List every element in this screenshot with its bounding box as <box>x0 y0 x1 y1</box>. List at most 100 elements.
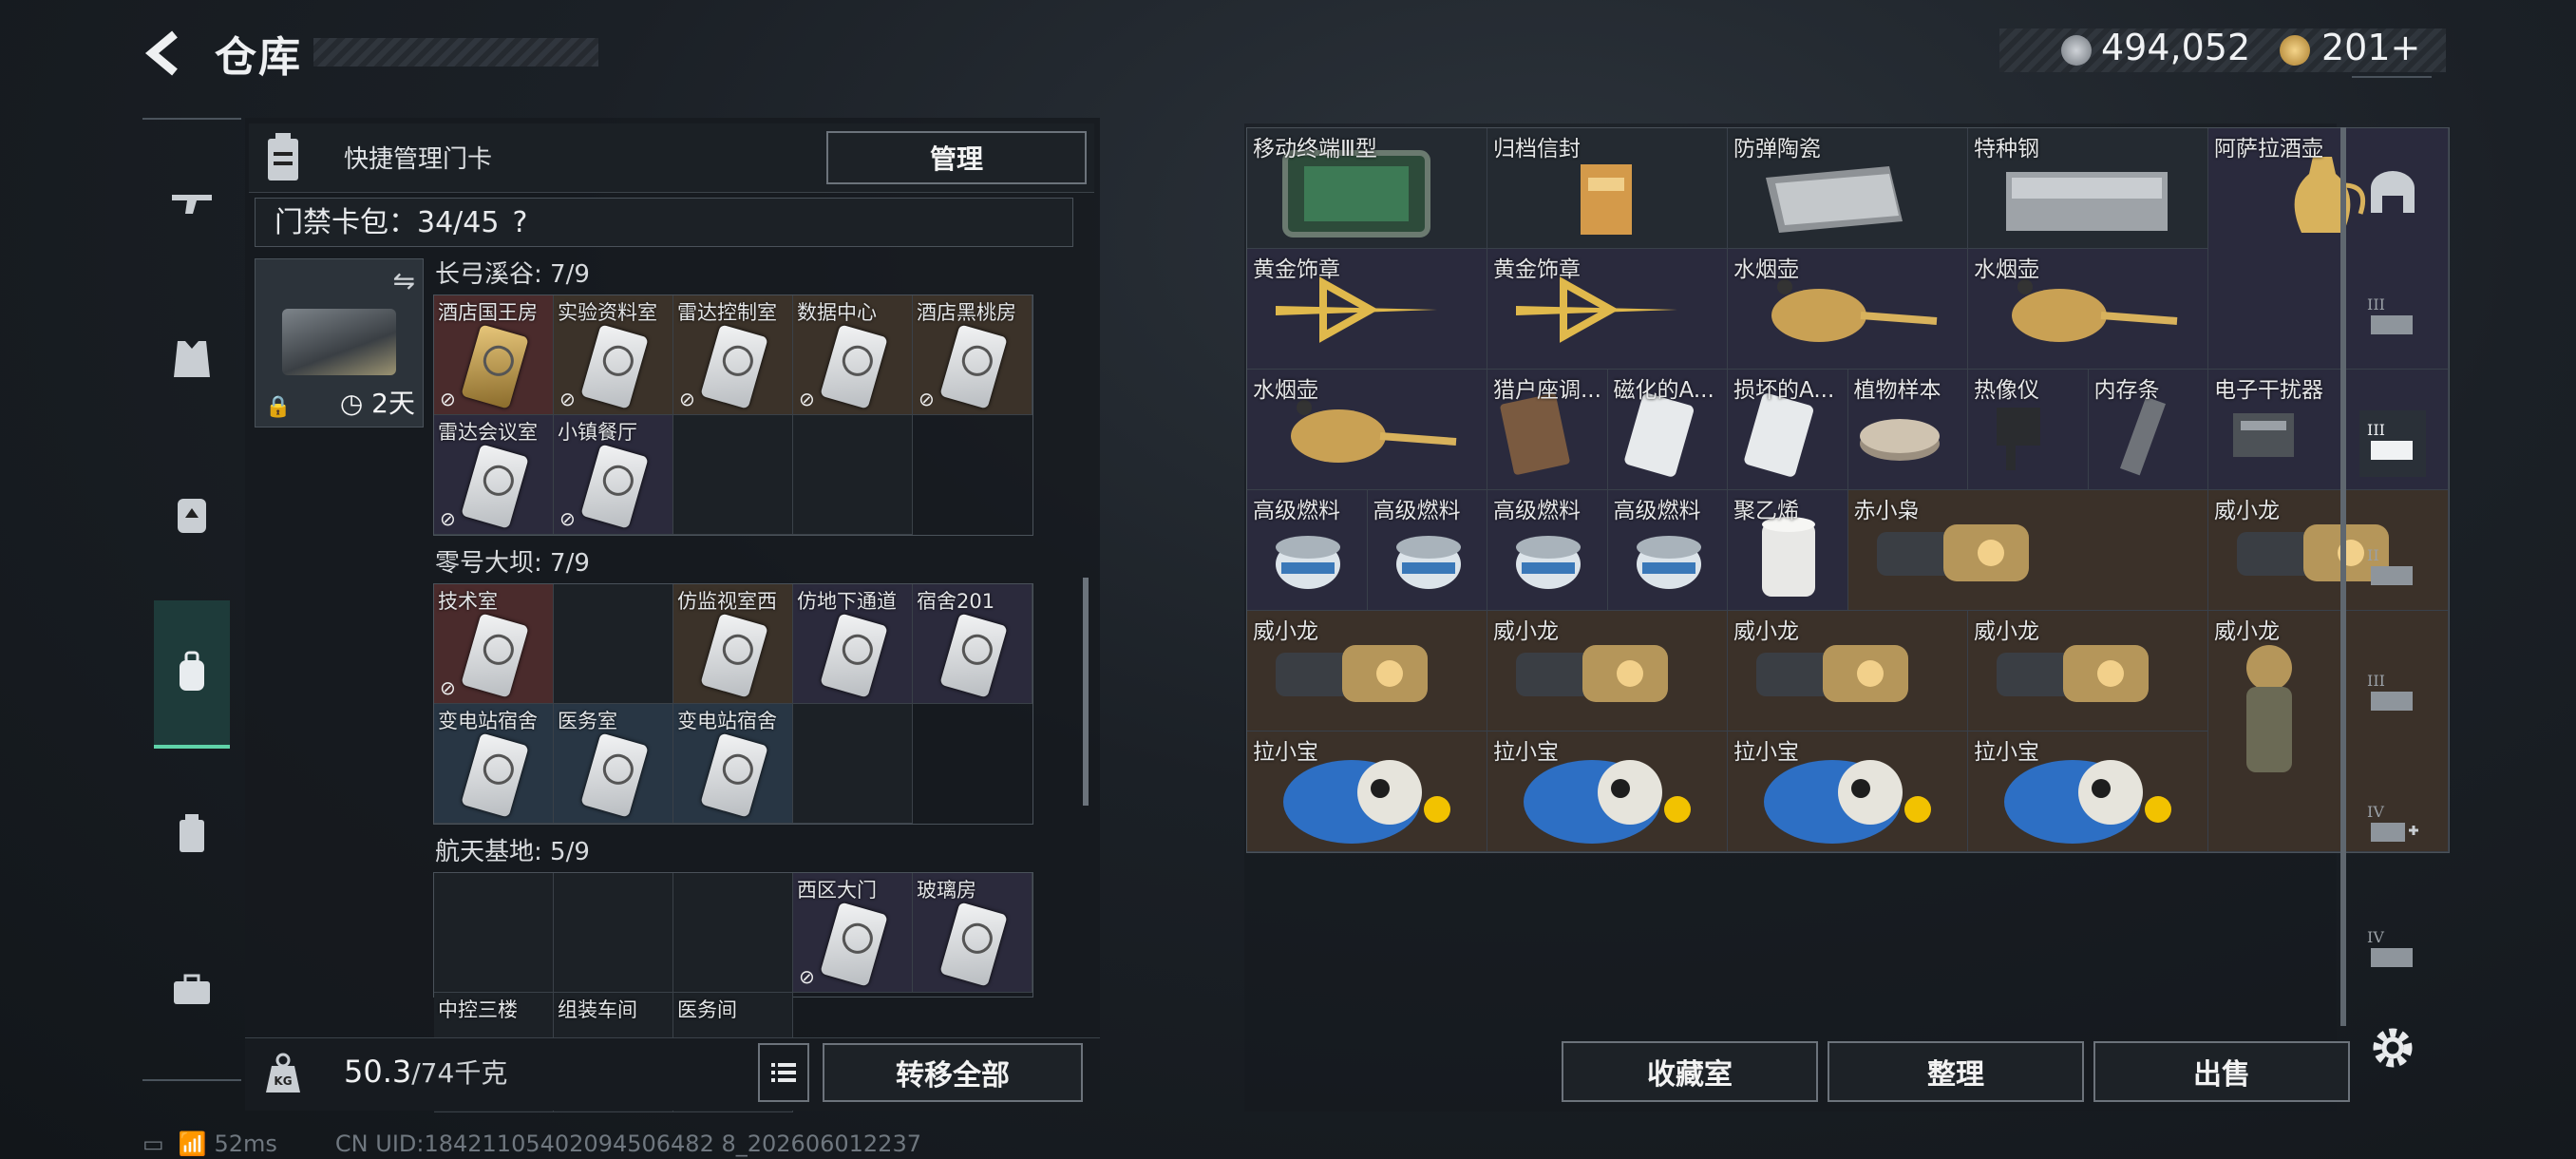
keycard-slot[interactable] <box>793 704 913 824</box>
stash-tab-4-icon[interactable]: IV <box>2359 918 2426 984</box>
keycard-image <box>939 324 1008 409</box>
keycard-slot[interactable] <box>793 415 913 535</box>
transfer-all-button[interactable]: 转移全部 <box>823 1043 1083 1102</box>
keycard-slot[interactable]: 技术室 ⊘ <box>434 584 554 704</box>
keycard-image <box>700 732 768 818</box>
stash-item[interactable]: 高级燃料 <box>1487 490 1608 611</box>
help-icon[interactable]: ? <box>512 206 527 239</box>
stash-item[interactable]: 高级燃料 <box>1367 490 1487 611</box>
keycard-slot[interactable]: 酒店黑桃房 ⊘ <box>913 295 1032 415</box>
keycard-name: 仿监视室西 <box>677 590 777 613</box>
group-title: 零号大坝: 7/9 <box>435 549 590 578</box>
keycard-slot[interactable]: 玻璃房 <box>913 873 1032 993</box>
stash-tab-2-icon[interactable]: II <box>2359 536 2426 602</box>
weight-value: 50.3/74千克 <box>344 1053 507 1091</box>
scrollbar[interactable] <box>1083 578 1089 806</box>
stash-tab-3-icon[interactable]: III <box>2359 285 2426 352</box>
lock-icon: 🔒 <box>265 395 292 419</box>
stash-item[interactable]: 拉小宝 <box>1247 732 1487 852</box>
sell-button[interactable]: 出售 <box>2093 1041 2350 1102</box>
ticket-balance[interactable]: 201+ <box>2321 27 2420 68</box>
keycard-slot[interactable] <box>673 415 793 535</box>
stash-item[interactable]: 高级燃料 <box>1607 490 1728 611</box>
item-name: 拉小宝 <box>1974 740 2039 765</box>
keycard-slot[interactable]: 数据中心 ⊘ <box>793 295 913 415</box>
stash-item[interactable]: 聚乙烯 <box>1728 490 1848 611</box>
stash-item[interactable]: 归档信封 <box>1487 128 1728 249</box>
stash-tab-4-add-icon[interactable]: IV <box>2359 792 2426 859</box>
stash-item[interactable]: 防弹陶瓷 <box>1728 128 1968 249</box>
stash-item[interactable]: 拉小宝 <box>1728 732 1968 852</box>
stash-item[interactable]: 赤小枭 <box>1847 490 2208 611</box>
stash-item[interactable]: 拉小宝 <box>1487 732 1728 852</box>
stash-item[interactable]: 水烟壶 <box>1247 370 1487 490</box>
backpack-icon[interactable] <box>154 600 230 749</box>
keycard-name: 仿地下通道 <box>797 590 897 613</box>
keycard-slot[interactable]: 变电站宿舍 <box>434 704 554 824</box>
stash-item[interactable]: 黄金饰章 <box>1487 249 1728 370</box>
keycard-slot[interactable]: 仿地下通道 <box>793 584 913 704</box>
keycase-time-text: 2天 <box>371 388 415 419</box>
keycard-grid: 西区大门 ⊘ 玻璃房 中控三楼 组装车间 医务间 <box>433 872 1033 1112</box>
keycard-case-slot[interactable]: ⇋ 🔒 ◷ 2天 <box>255 258 424 428</box>
scrollbar[interactable] <box>2340 127 2346 1026</box>
stash-item[interactable]: 猎户座调... <box>1487 370 1608 490</box>
stash-item[interactable]: 威小龙 <box>1728 611 1968 732</box>
uid: CN UID:18421105402094506482 8_2026060122… <box>334 1130 921 1157</box>
case-icon[interactable] <box>150 948 234 1032</box>
stash-item[interactable]: 威小龙 <box>1968 611 2208 732</box>
keycard-slot[interactable]: 变电站宿舍 <box>673 704 793 824</box>
stash-item[interactable]: 拉小宝 <box>1968 732 2208 852</box>
sort-button[interactable]: 整理 <box>1828 1041 2084 1102</box>
pouch-icon[interactable] <box>150 792 234 876</box>
stash-item[interactable]: 植物样本 <box>1847 370 1968 490</box>
keycard-slot[interactable]: 酒店国王房 ⊘ <box>434 295 554 415</box>
rig-icon[interactable] <box>150 473 234 557</box>
keycard-slot[interactable] <box>434 873 554 993</box>
keycard-slot[interactable]: 小镇餐厅 ⊘ <box>554 415 673 535</box>
swap-icon[interactable]: ⇋ <box>393 265 415 296</box>
stash-tab-3c-icon[interactable]: III <box>2359 661 2426 728</box>
stash-item[interactable]: 内存条 <box>2088 370 2208 490</box>
keycard-grid: 技术室 ⊘ 仿监视室西 仿地下通道 宿舍201 变电站宿舍 医务室 变电站宿舍 <box>433 583 1033 825</box>
item-name: 高级燃料 <box>1493 499 1581 523</box>
ticket-icon <box>2280 35 2310 66</box>
keycard-name: 组装车间 <box>558 998 637 1021</box>
item-name: 拉小宝 <box>1733 740 1799 765</box>
stash-tab-3b-icon[interactable]: III <box>2359 410 2426 477</box>
armor-icon[interactable] <box>150 317 234 401</box>
no-carry-icon: ⊘ <box>440 507 456 530</box>
item-name: 威小龙 <box>2214 619 2280 644</box>
no-carry-icon: ⊘ <box>799 388 815 410</box>
stash-item[interactable]: 高级燃料 <box>1247 490 1368 611</box>
keycard-slot[interactable]: 西区大门 ⊘ <box>793 873 913 993</box>
item-name: 水烟壶 <box>1974 257 2039 282</box>
safe-box-icon[interactable] <box>2359 160 2426 226</box>
stash-item[interactable]: 热像仪 <box>1968 370 2089 490</box>
stash-item[interactable]: 水烟壶 <box>1728 249 1968 370</box>
collection-room-button[interactable]: 收藏室 <box>1562 1041 1818 1102</box>
keycard-slot[interactable]: 医务室 <box>554 704 673 824</box>
keycard-slot[interactable]: 仿监视室西 <box>673 584 793 704</box>
keycard-slot[interactable]: 雷达会议室 ⊘ <box>434 415 554 535</box>
stash-item[interactable]: 威小龙 <box>1247 611 1487 732</box>
list-view-button[interactable] <box>758 1043 809 1102</box>
stash-item[interactable]: 移动终端Ⅲ型 <box>1247 128 1487 249</box>
keycard-slot[interactable]: 实验资料室 ⊘ <box>554 295 673 415</box>
keycard-slot[interactable]: 雷达控制室 ⊘ <box>673 295 793 415</box>
gear-icon[interactable] <box>2365 1020 2420 1075</box>
keycard-slot[interactable] <box>673 873 793 993</box>
back-arrow-icon[interactable] <box>141 28 190 78</box>
keycard-slot[interactable]: 宿舍201 <box>913 584 1032 704</box>
stash-item[interactable]: 水烟壶 <box>1968 249 2208 370</box>
stash-item[interactable]: 磁化的A... <box>1607 370 1728 490</box>
manage-button[interactable]: 管理 <box>826 131 1087 184</box>
stash-item[interactable]: 黄金饰章 <box>1247 249 1487 370</box>
keycard-slot[interactable] <box>554 584 673 704</box>
gun-icon[interactable] <box>150 162 234 245</box>
stash-item[interactable]: 损坏的A... <box>1728 370 1848 490</box>
keycard-slot[interactable] <box>554 873 673 993</box>
stash-item[interactable]: 特种钢 <box>1968 128 2208 249</box>
keycard-name: 酒店黑桃房 <box>917 301 1016 324</box>
stash-item[interactable]: 威小龙 <box>1487 611 1728 732</box>
